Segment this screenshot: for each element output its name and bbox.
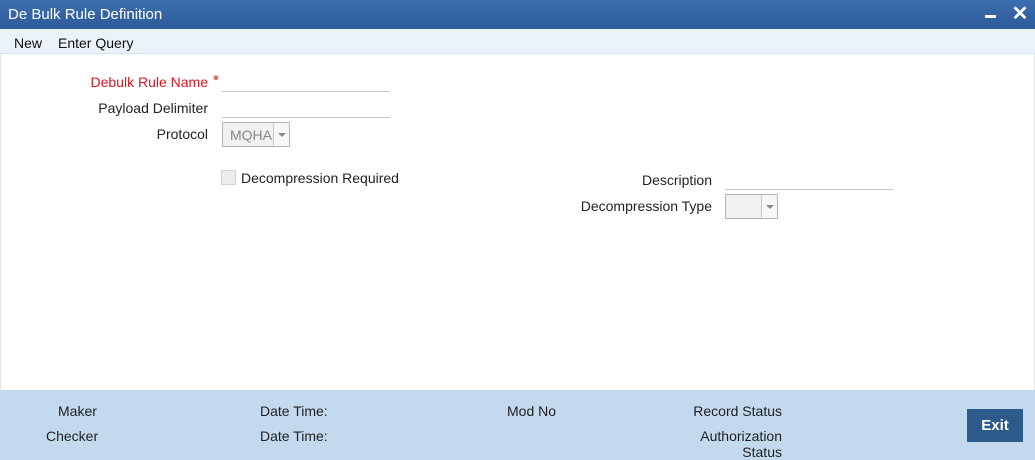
window-title: De Bulk Rule Definition bbox=[8, 6, 163, 23]
checker-date-time-label: Date Time: bbox=[260, 428, 328, 444]
authorization-status-label: Status bbox=[742, 444, 782, 460]
decompression-required-checkbox[interactable] bbox=[221, 170, 236, 185]
decompression-required-label: Decompression Required bbox=[241, 170, 399, 186]
description-label: Description bbox=[641, 172, 712, 188]
debulk-rule-name-input[interactable] bbox=[222, 70, 390, 92]
menu-enter-query[interactable]: Enter Query bbox=[58, 35, 133, 51]
checker-label: Checker bbox=[46, 428, 99, 444]
audit-footer: Maker Checker Date Time: Date Time: Mod … bbox=[0, 390, 1035, 460]
protocol-select[interactable]: MQHA bbox=[222, 122, 290, 147]
decompression-type-select[interactable] bbox=[725, 194, 778, 219]
menu-new[interactable]: New bbox=[14, 35, 42, 51]
protocol-label: Protocol bbox=[156, 126, 208, 142]
close-icon[interactable]: ✕ bbox=[1009, 3, 1031, 25]
maker-date-time-label: Date Time: bbox=[260, 403, 328, 419]
protocol-selected-value: MQHA bbox=[230, 127, 272, 143]
exit-button[interactable]: Exit bbox=[967, 409, 1023, 442]
decompression-type-label: Decompression Type bbox=[580, 198, 712, 214]
minimize-icon[interactable] bbox=[980, 3, 1002, 25]
authorization-label: Authorization bbox=[700, 428, 782, 444]
title-bar: De Bulk Rule Definition ✕ bbox=[0, 0, 1035, 29]
description-input[interactable] bbox=[725, 168, 893, 190]
mod-no-label: Mod No bbox=[507, 403, 557, 419]
debulk-rule-name-label: Debulk Rule Name bbox=[90, 74, 209, 90]
record-status-label: Record Status bbox=[693, 403, 782, 419]
chevron-down-icon[interactable] bbox=[273, 123, 289, 146]
form-area: Debulk Rule Name * Payload Delimiter Pro… bbox=[0, 54, 1035, 390]
chevron-down-icon[interactable] bbox=[761, 195, 777, 218]
required-marker: * bbox=[213, 72, 219, 89]
payload-delimiter-label: Payload Delimiter bbox=[98, 100, 208, 116]
payload-delimiter-input[interactable] bbox=[222, 96, 390, 118]
maker-label: Maker bbox=[58, 403, 97, 419]
menu-bar: New Enter Query bbox=[0, 29, 1035, 54]
